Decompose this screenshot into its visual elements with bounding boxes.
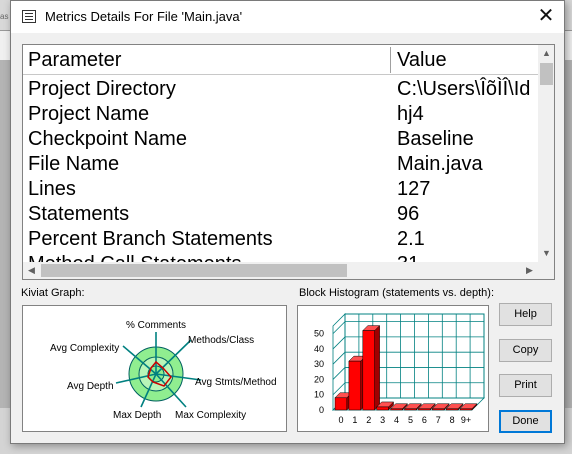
kiviat-axis-label: % Comments <box>126 320 186 331</box>
table-row[interactable]: Lines 127 <box>23 177 538 202</box>
table-row[interactable]: File Name Main.java <box>23 152 538 177</box>
histogram-x-tick-label: 8 <box>450 415 455 425</box>
histogram-x-tick-label: 4 <box>394 415 399 425</box>
table-row[interactable]: Method Call Statements 31 <box>23 252 538 262</box>
histogram-y-tick-label: 30 <box>314 359 324 369</box>
cell-value: hj4 <box>397 103 424 125</box>
histogram-x-tick-label: 7 <box>436 415 441 425</box>
kiviat-graph-panel: % Comments Methods/Class Avg Stmts/Metho… <box>22 305 287 432</box>
horizontal-scroll-thumb[interactable] <box>41 264 347 277</box>
table-row[interactable]: Statements 96 <box>23 202 538 227</box>
table-body: Project Directory C:\Users\ÎõÌÎ\Id Projec… <box>23 76 538 262</box>
histogram-bar <box>362 324 381 411</box>
close-button[interactable]: ✕ <box>532 5 560 29</box>
table-header: Parameter Value <box>23 45 538 75</box>
histogram-y-tick-label: 0 <box>319 405 324 415</box>
histogram-label: Block Histogram (statements vs. depth): <box>299 287 495 299</box>
histogram-x-tick-label: 5 <box>408 415 413 425</box>
column-header-value[interactable]: Value <box>392 45 538 74</box>
cell-parameter: Project Directory <box>28 78 176 100</box>
cell-value: 2.1 <box>397 228 425 250</box>
histogram-x-tick-label: 2 <box>366 415 371 425</box>
kiviat-axis-label: Max Depth <box>113 410 161 421</box>
kiviat-axis-label: Methods/Class <box>188 335 254 346</box>
title-bar[interactable]: Metrics Details For File 'Main.java' ✕ <box>11 1 564 33</box>
cell-value: C:\Users\ÎõÌÎ\Id <box>397 78 531 100</box>
cell-value: Baseline <box>397 128 474 150</box>
table-row[interactable]: Percent Branch Statements 2.1 <box>23 227 538 252</box>
table-row[interactable]: Checkpoint Name Baseline <box>23 127 538 152</box>
cell-value: 96 <box>397 203 420 225</box>
metrics-dialog: Metrics Details For File 'Main.java' ✕ P… <box>10 0 565 444</box>
histogram-x-tick-labels: 0 1 2 3 4 5 6 7 8 9+ <box>338 415 471 425</box>
cell-parameter: Statements <box>28 203 130 225</box>
histogram-y-tick-labels: 0 10 20 30 40 50 <box>314 329 324 415</box>
histogram-y-tick-label: 40 <box>314 344 324 354</box>
histogram-x-tick-label: 0 <box>338 415 343 425</box>
horizontal-scrollbar[interactable]: ◀ ▶ <box>23 262 538 279</box>
table-row[interactable]: Project Directory C:\Users\ÎõÌÎ\Id <box>23 77 538 102</box>
kiviat-axis-label: Avg Complexity <box>50 343 119 354</box>
help-button[interactable]: Help <box>499 303 552 326</box>
scroll-up-icon[interactable]: ▲ <box>538 45 554 62</box>
background-text: as <box>0 12 9 21</box>
cell-parameter: Lines <box>28 178 76 200</box>
scroll-down-icon[interactable]: ▼ <box>538 245 554 262</box>
copy-button[interactable]: Copy <box>499 339 552 362</box>
kiviat-graph: % Comments Methods/Class Avg Stmts/Metho… <box>50 320 277 421</box>
kiviat-graph-label: Kiviat Graph: <box>21 287 85 299</box>
histogram-y-tick-label: 10 <box>314 390 324 400</box>
cell-value: Main.java <box>397 153 483 175</box>
kiviat-axis-label: Avg Depth <box>67 381 114 392</box>
scroll-left-icon[interactable]: ◀ <box>23 262 40 279</box>
column-header-parameter[interactable]: Parameter <box>23 45 390 74</box>
kiviat-axis-label: Max Complexity <box>175 410 246 421</box>
histogram-x-tick-label: 3 <box>380 415 385 425</box>
histogram-y-tick-label: 20 <box>314 374 324 384</box>
histogram-y-tick-label: 50 <box>314 329 324 339</box>
cell-value: 31 <box>397 252 419 262</box>
histogram-x-tick-label: 6 <box>422 415 427 425</box>
window-icon <box>22 10 36 23</box>
metrics-table[interactable]: Parameter Value Project Directory C:\User… <box>22 44 555 280</box>
cell-parameter: Project Name <box>28 103 150 125</box>
histogram-x-tick-label: 1 <box>352 415 357 425</box>
cell-parameter: Checkpoint Name <box>28 128 187 150</box>
vertical-scroll-thumb[interactable] <box>540 63 553 85</box>
cell-parameter: Method Call Statements <box>28 252 241 262</box>
done-button[interactable]: Done <box>499 410 552 433</box>
vertical-scrollbar[interactable]: ▲ ▼ <box>538 45 554 262</box>
histogram-panel: 0 10 20 30 40 50 0 1 2 3 4 5 6 7 8 9+ <box>297 305 489 432</box>
histogram-x-tick-label: 9+ <box>461 415 471 425</box>
kiviat-axis-label: Avg Stmts/Method <box>195 377 277 388</box>
print-button[interactable]: Print <box>499 374 552 397</box>
scroll-right-icon[interactable]: ▶ <box>521 262 538 279</box>
block-histogram: 01020304050 0 1 2 3 4 5 6 7 8 9+ <box>314 313 485 425</box>
cell-parameter: File Name <box>28 153 120 175</box>
table-row[interactable]: Project Name hj4 <box>23 102 538 127</box>
scroll-corner <box>538 262 554 279</box>
dialog-title: Metrics Details For File 'Main.java' <box>45 9 243 24</box>
cell-parameter: Percent Branch Statements <box>28 228 273 250</box>
cell-value: 127 <box>397 178 431 200</box>
